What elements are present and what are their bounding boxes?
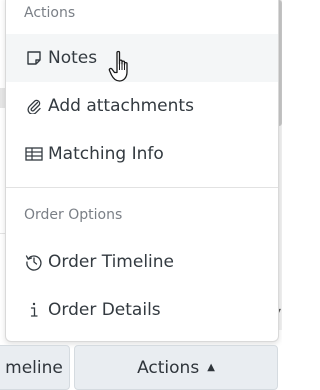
table-icon: [24, 144, 44, 164]
menu-item-label: Matching Info: [48, 144, 164, 164]
menu-section-actions: Actions: [24, 5, 76, 21]
hand-pointer-cursor-icon: [108, 50, 128, 82]
menu-item-add-attachments[interactable]: Add attachments: [6, 82, 278, 130]
menu-item-label: Notes: [48, 48, 98, 68]
menu-item-label: Add attachments: [48, 96, 194, 116]
menu-item-matching-info[interactable]: Matching Info: [6, 130, 278, 178]
info-icon: [24, 300, 44, 320]
menu-item-order-details[interactable]: Order Details: [6, 286, 278, 334]
timeline-button[interactable]: meline: [0, 345, 70, 390]
note-icon: [24, 48, 44, 68]
actions-button-label: Actions: [137, 357, 200, 378]
actions-button[interactable]: Actions ▲: [74, 345, 278, 390]
menu-item-label: Order Details: [48, 300, 161, 320]
menu-item-order-timeline[interactable]: Order Timeline: [6, 238, 278, 286]
timeline-button-label: meline: [5, 357, 63, 378]
caret-up-icon: ▲: [207, 361, 215, 373]
menu-section-order-options: Order Options: [24, 207, 123, 223]
paperclip-icon: [24, 96, 44, 116]
actions-dropdown-menu: Actions Notes Add attachments Matching I…: [5, 0, 279, 342]
history-icon: [24, 252, 44, 272]
menu-item-label: Order Timeline: [48, 252, 174, 272]
menu-divider: [6, 187, 278, 188]
menu-item-notes[interactable]: Notes: [6, 34, 278, 82]
stage: ▾ Actions Notes Add attachments: [0, 0, 282, 390]
